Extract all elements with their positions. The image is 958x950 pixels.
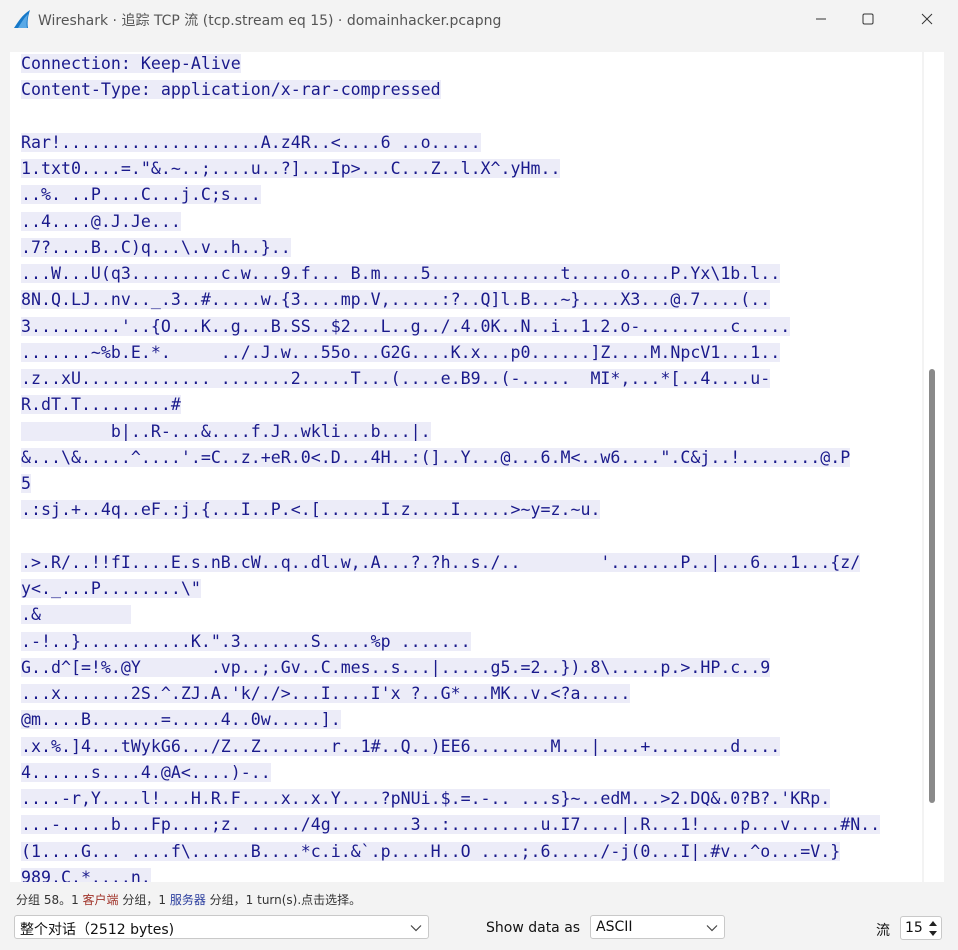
- stream-line: .>.R/..!!fI....E.s.nB.cW..q..dl.w,.A...?…: [21, 551, 861, 575]
- stream-line: .7?....B..C)q...\.v..h..}..: [21, 236, 291, 260]
- show-data-label: Show data as: [486, 920, 581, 936]
- stream-line: R.dT.T.........#: [21, 393, 181, 417]
- stream-line-text: .>.R/..!!fI....E.s.nB.cW..q..dl.w,.A...?…: [21, 552, 861, 572]
- wireshark-fin-icon: [14, 10, 30, 28]
- stream-line: b|..R-...&....f.J..wkli...b...|.: [21, 420, 431, 444]
- stream-line-text: ..4....@.J.Je...: [21, 211, 181, 231]
- window-title: Wireshark · 追踪 TCP 流 (tcp.stream eq 15) …: [38, 13, 502, 29]
- stream-line: Content-Type: application/x-rar-compress…: [21, 78, 441, 102]
- status-text[interactable]: 分组 58。1 客户端 分组，1 服务器 分组，1 turn(s).点击选择。: [16, 891, 361, 908]
- stream-line: .......~%b.E.*. ../.J.w...55o...G2G....K…: [21, 341, 781, 365]
- stream-line: &...\&.....^....'.=C..z.+eR.0<.D...4H..:…: [21, 446, 851, 470]
- stream-line-text: ....-r,Y....l!...H.R.F....x..x.Y....?pNU…: [21, 789, 831, 808]
- stream-line-text: 989.C.*....n.: [21, 867, 151, 882]
- close-button[interactable]: [904, 0, 950, 38]
- stream-line-text: b|..R-...&....f.J..wkli...b...|.: [21, 421, 431, 441]
- stream-line-text: 8N.Q.LJ..nv.._.3..#.....w.{3....mp.V,...…: [21, 290, 771, 310]
- stream-line-text: 5: [21, 474, 31, 493]
- stream-line: 5: [21, 472, 31, 496]
- stream-line-text: .z..xU............. .......2.....T...(..…: [21, 369, 771, 388]
- title-bar: Wireshark · 追踪 TCP 流 (tcp.stream eq 15) …: [0, 0, 958, 38]
- stream-line-text: .:sj.+..4q..eF.:j.{...I..P.<.[......I.z.…: [21, 500, 601, 520]
- stream-line: y<._...P........\": [21, 577, 201, 601]
- stream-content-pane[interactable]: Connection: Keep-Alive Content-Type: appl…: [10, 52, 922, 882]
- client-label: 客户端: [82, 893, 119, 907]
- stream-line: ...W...U(q3.........c.w...9.f... B.m....…: [21, 262, 781, 286]
- stream-line-text: 4......s....4.@A<....)-..: [21, 762, 271, 782]
- stream-line-text: .......~%b.E.*. ../.J.w...55o...G2G....K…: [21, 342, 781, 362]
- stream-line-text: @m....B.......=.....4..0w.....].: [21, 710, 341, 730]
- stream-line-text: 3.........'..{O...K..g...B.SS..$2...L..g…: [21, 316, 791, 336]
- maximize-icon: [862, 13, 874, 25]
- stream-line-text: 1.txt0....=."&.~..;....u..?]...Ip>...C..…: [21, 159, 561, 178]
- stream-line-text: ...-.....b...Fp....;z. ...../4g........3…: [21, 815, 881, 835]
- stream-line: 3.........'..{O...K..g...B.SS..$2...L..g…: [21, 315, 791, 339]
- conversation-select-value: 整个对话（2512 bytes): [20, 922, 175, 938]
- status-mid: 分组，1: [118, 893, 170, 907]
- minimize-button[interactable]: [798, 0, 844, 38]
- stream-line-text: y<._...P........\": [21, 579, 201, 598]
- stream-line: 8N.Q.LJ..nv.._.3..#.....w.{3....mp.V,...…: [21, 288, 771, 312]
- stream-line: ..4....@.J.Je...: [21, 210, 181, 234]
- stream-line: @m....B.......=.....4..0w.....].: [21, 708, 341, 732]
- stream-line-text: .7?....B..C)q...\.v..h..}..: [21, 237, 291, 257]
- stream-line: .x.%.]4...tWykG6.../Z..Z.......r..1#..Q.…: [21, 735, 781, 759]
- stream-line-text: ..%. ..P....C...j.C;s...: [21, 185, 261, 205]
- scrollbar-thumb[interactable]: [929, 369, 935, 803]
- spin-up-button[interactable]: [926, 918, 940, 928]
- stream-line: (1....G... ....f\......B....*c.i.&`.p...…: [21, 840, 841, 864]
- stream-line-text: ...W...U(q3.........c.w...9.f... B.m....…: [21, 264, 781, 283]
- stream-line-text: R.dT.T.........#: [21, 395, 181, 415]
- triangle-down-icon: [929, 930, 937, 936]
- stream-line: .-!..}...........K.".3.......S.....%p ..…: [21, 630, 471, 654]
- stream-line: Rar!....................A.z4R..<....6 ..…: [21, 131, 481, 155]
- stream-number-value: 15: [905, 920, 923, 936]
- stream-number-spinbox[interactable]: 15: [900, 916, 942, 940]
- maximize-button[interactable]: [845, 0, 891, 38]
- status-suffix: 分组，1 turn(s).点击选择。: [205, 893, 362, 907]
- stream-line-text: Content-Type: application/x-rar-compress…: [21, 80, 441, 100]
- stream-line: 989.C.*....n.: [21, 866, 151, 882]
- stream-line: ...-.....b...Fp....;z. ...../4g........3…: [21, 813, 881, 837]
- stream-line: ..%. ..P....C...j.C;s...: [21, 183, 261, 207]
- chevron-down-icon: [410, 925, 422, 932]
- status-prefix: 分组 58。1: [16, 893, 83, 907]
- stream-line-text: (1....G... ....f\......B....*c.i.&`.p...…: [21, 841, 841, 861]
- stream-line-text: .x.%.]4...tWykG6.../Z..Z.......r..1#..Q.…: [21, 736, 781, 756]
- stream-line: 4......s....4.@A<....)-..: [21, 761, 271, 785]
- stream-line-text: .-!..}...........K.".3.......S.....%p ..…: [21, 631, 471, 651]
- triangle-up-icon: [929, 920, 937, 926]
- stream-line: ...x.......2S.^.ZJ.A.'k/./>...I....I'x ?…: [21, 682, 631, 706]
- show-data-select[interactable]: ASCII: [590, 915, 725, 939]
- stream-line: ....-r,Y....l!...H.R.F....x..x.Y....?pNU…: [21, 787, 831, 811]
- stream-line: .:sj.+..4q..eF.:j.{...I..P.<.[......I.z.…: [21, 498, 601, 522]
- minimize-icon: [816, 18, 826, 20]
- stream-line-text: Connection: Keep-Alive: [21, 54, 241, 73]
- stream-line: .&: [21, 603, 131, 627]
- stream-line-text: .&: [21, 605, 131, 625]
- server-label: 服务器: [169, 893, 206, 907]
- stream-line-text: Rar!....................A.z4R..<....6 ..…: [21, 132, 481, 152]
- conversation-select[interactable]: 整个对话（2512 bytes): [14, 915, 429, 939]
- chevron-down-icon: [706, 925, 718, 932]
- stream-line: .z..xU............. .......2.....T...(..…: [21, 367, 771, 391]
- stream-line: Connection: Keep-Alive: [21, 52, 241, 76]
- stream-line-text: ...x.......2S.^.ZJ.A.'k/./>...I....I'x ?…: [21, 684, 631, 703]
- close-icon: [921, 13, 933, 25]
- stream-line-text: &...\&.....^....'.=C..z.+eR.0<.D...4H..:…: [21, 447, 851, 467]
- show-data-select-value: ASCII: [596, 919, 633, 935]
- stream-line: 1.txt0....=."&.~..;....u..?]...Ip>...C..…: [21, 157, 561, 181]
- stream-number-label: 流: [876, 923, 890, 939]
- stream-line: G..d^[=!%.@Y .vp..;.Gv..C.mes..s...|....…: [21, 656, 771, 680]
- spin-down-button[interactable]: [926, 928, 940, 938]
- stream-line-text: G..d^[=!%.@Y .vp..;.Gv..C.mes..s...|....…: [21, 657, 771, 677]
